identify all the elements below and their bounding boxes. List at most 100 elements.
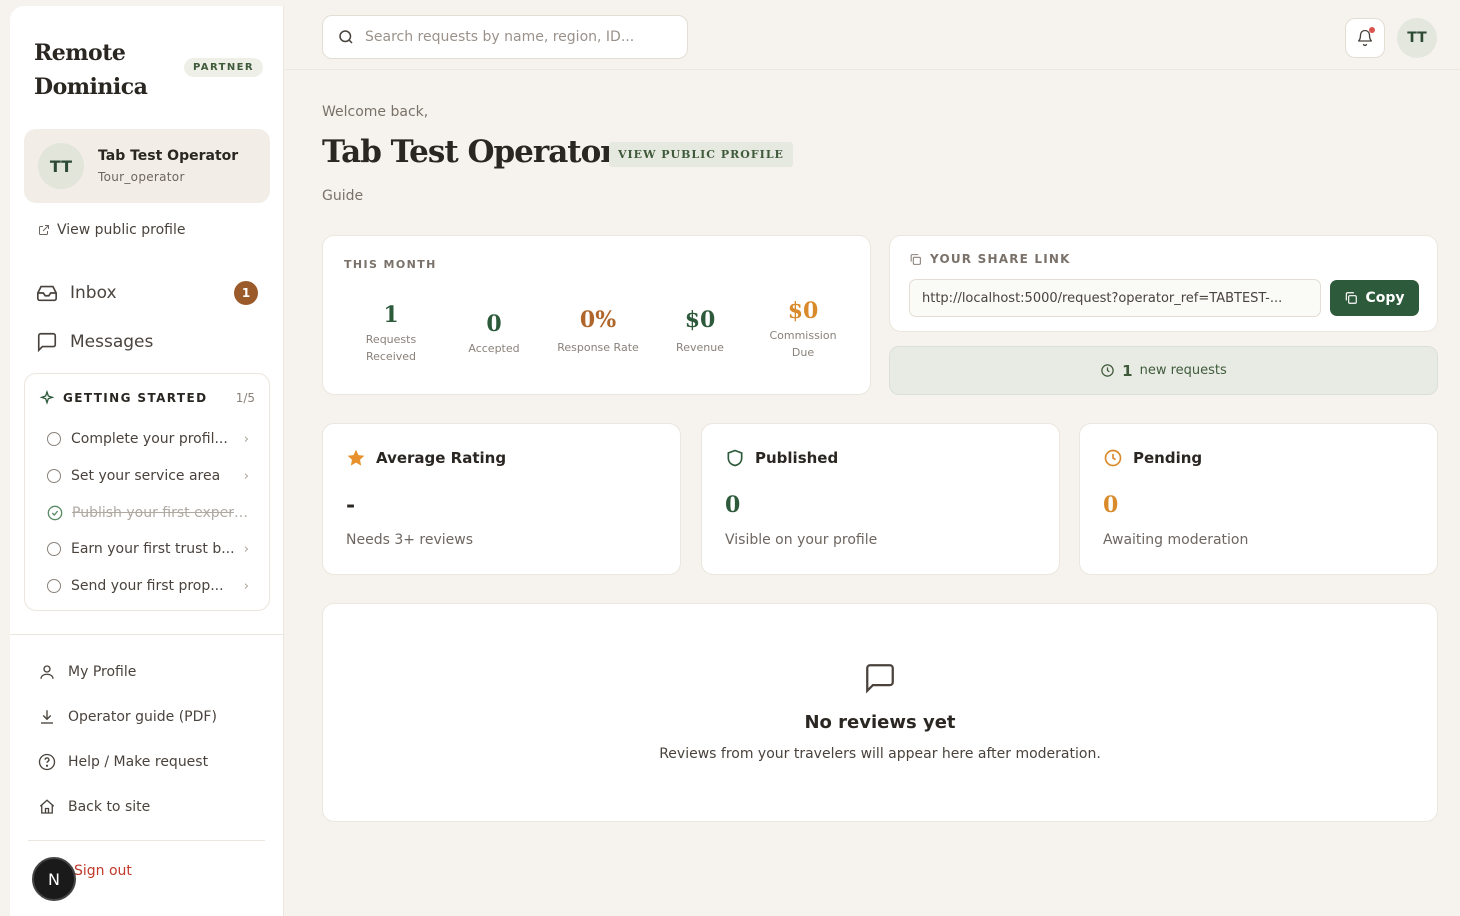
help-icon <box>38 753 56 771</box>
operator-guide-link[interactable]: Operator guide (PDF) <box>38 705 217 729</box>
published-header: Published <box>725 448 838 468</box>
sparkle-icon <box>39 390 55 405</box>
getting-started-title: GETTING STARTED <box>63 391 208 405</box>
stat-label: Accepted <box>468 342 520 355</box>
new-requests-count: 1 <box>1122 361 1133 380</box>
share-link-field[interactable]: http://localhost:5000/request?operator_r… <box>909 279 1321 317</box>
my-profile-label: My Profile <box>68 664 137 680</box>
brand-logo[interactable]: Remote Dominica <box>34 36 148 104</box>
stat-response-rate: 0% Response Rate <box>547 307 649 356</box>
view-public-profile-button[interactable]: VIEW PUBLIC PROFILE <box>609 142 793 167</box>
user-role: Tour_operator <box>98 170 185 184</box>
home-icon <box>39 799 55 814</box>
sidebar-divider <box>10 634 283 635</box>
sign-out-link[interactable]: Sign out <box>74 863 132 879</box>
my-profile-link[interactable]: My Profile <box>38 660 136 684</box>
average-rating-card: Average Rating - Needs 3+ reviews <box>322 423 681 575</box>
sidebar-item-inbox[interactable]: Inbox 1 <box>36 278 258 308</box>
sidebar-item-label: Inbox <box>70 283 117 303</box>
stat-value: 0 <box>486 311 502 337</box>
sidebar: Remote Dominica PARTNER TT Tab Test Oper… <box>10 6 284 916</box>
stat-value: $0 <box>684 307 716 333</box>
help-label: Help / Make request <box>68 754 209 770</box>
inbox-icon <box>37 285 57 302</box>
star-icon <box>347 449 365 466</box>
published-sub: Visible on your profile <box>725 532 878 548</box>
getting-started-card: GETTING STARTED 1/5 Complete your profil… <box>24 373 270 611</box>
unchecked-circle-icon <box>47 542 61 556</box>
reviews-empty-title: No reviews yet <box>804 712 956 733</box>
search-box[interactable] <box>322 15 688 59</box>
this-month-label: THIS MONTH <box>344 258 437 271</box>
reviews-empty-subtitle: Reviews from your travelers will appear … <box>659 746 1101 762</box>
checklist-item[interactable]: Earn your first trust b... › <box>47 537 249 561</box>
operator-guide-label: Operator guide (PDF) <box>68 709 217 725</box>
checklist-item-label: Earn your first trust b... <box>71 541 235 557</box>
new-requests-banner[interactable]: 1 new requests <box>889 346 1438 395</box>
notification-dot <box>1369 27 1375 33</box>
checklist-item-completed[interactable]: Publish your first experi... <box>47 501 249 525</box>
sidebar-item-messages[interactable]: Messages <box>36 327 258 357</box>
checklist-item[interactable]: Set your service area › <box>47 464 249 488</box>
stat-revenue: $0 Revenue <box>650 307 750 356</box>
chevron-right-icon: › <box>243 431 249 447</box>
brand-name-line2: Dominica <box>34 74 148 100</box>
pending-card: Pending 0 Awaiting moderation <box>1079 423 1438 575</box>
chevron-right-icon: › <box>243 578 249 594</box>
checklist-item[interactable]: Send your first prop... › <box>47 574 249 598</box>
search-input[interactable] <box>365 29 665 45</box>
message-icon <box>866 664 894 694</box>
getting-started-header: GETTING STARTED 1/5 <box>39 390 255 406</box>
checklist-item[interactable]: Complete your profil... › <box>47 427 249 451</box>
top-bar: TT <box>285 6 1460 70</box>
checklist-item-label: Send your first prop... <box>71 578 224 594</box>
notifications-button[interactable] <box>1345 18 1385 58</box>
pending-header: Pending <box>1103 448 1202 468</box>
view-public-profile-label: View public profile <box>57 222 186 238</box>
shield-icon <box>727 449 743 467</box>
average-rating-header: Average Rating <box>346 448 506 468</box>
chevron-right-icon: › <box>243 541 249 557</box>
getting-started-count: 1/5 <box>235 391 255 405</box>
welcome-text: Welcome back, <box>322 104 429 120</box>
stat-label: Commission Due <box>769 329 837 359</box>
share-link-label: YOUR SHARE LINK <box>909 252 1071 266</box>
new-requests-text: new requests <box>1139 363 1227 378</box>
sidebar-divider <box>28 840 265 841</box>
stat-requests-received: 1 Requests Received <box>341 302 441 365</box>
download-icon <box>41 710 53 724</box>
stat-value: $0 <box>787 298 819 324</box>
view-public-profile-link[interactable]: View public profile <box>38 222 185 238</box>
message-icon <box>37 332 57 353</box>
share-link-card: YOUR SHARE LINK http://localhost:5000/re… <box>889 235 1438 332</box>
stat-label: Response Rate <box>557 341 639 354</box>
stat-label: Revenue <box>676 341 724 354</box>
pending-value: 0 <box>1103 492 1119 518</box>
checklist-item-label: Complete your profil... <box>71 431 228 447</box>
check-circle-icon <box>47 505 63 521</box>
chevron-right-icon: › <box>243 468 249 484</box>
clock-icon <box>1104 449 1122 467</box>
search-icon <box>339 30 353 44</box>
help-link[interactable]: Help / Make request <box>38 750 208 774</box>
dev-tools-button[interactable]: N <box>32 857 76 901</box>
user-card[interactable]: TT Tab Test Operator Tour_operator <box>24 129 270 203</box>
avatar: TT <box>38 143 84 189</box>
clock-icon <box>1101 364 1114 377</box>
back-to-site-link[interactable]: Back to site <box>38 795 150 819</box>
page-title: Tab Test Operator <box>322 134 617 170</box>
copy-label: Copy <box>1365 290 1405 306</box>
unchecked-circle-icon <box>47 579 61 593</box>
sidebar-item-label: Messages <box>70 332 154 352</box>
copy-button[interactable]: Copy <box>1330 280 1419 316</box>
external-link-icon <box>39 225 49 235</box>
stat-accepted: 0 Accepted <box>444 311 544 357</box>
this-month-card: THIS MONTH 1 Requests Received 0 Accepted… <box>322 235 871 395</box>
user-name: Tab Test Operator <box>98 148 239 164</box>
reviews-card: No reviews yet Reviews from your travele… <box>322 603 1438 822</box>
copy-icon <box>1346 292 1358 304</box>
avatar[interactable]: TT <box>1397 18 1437 58</box>
stat-value: 0% <box>579 307 617 333</box>
back-to-site-label: Back to site <box>68 799 151 815</box>
stat-commission-due: $0 Commission Due <box>753 298 853 361</box>
